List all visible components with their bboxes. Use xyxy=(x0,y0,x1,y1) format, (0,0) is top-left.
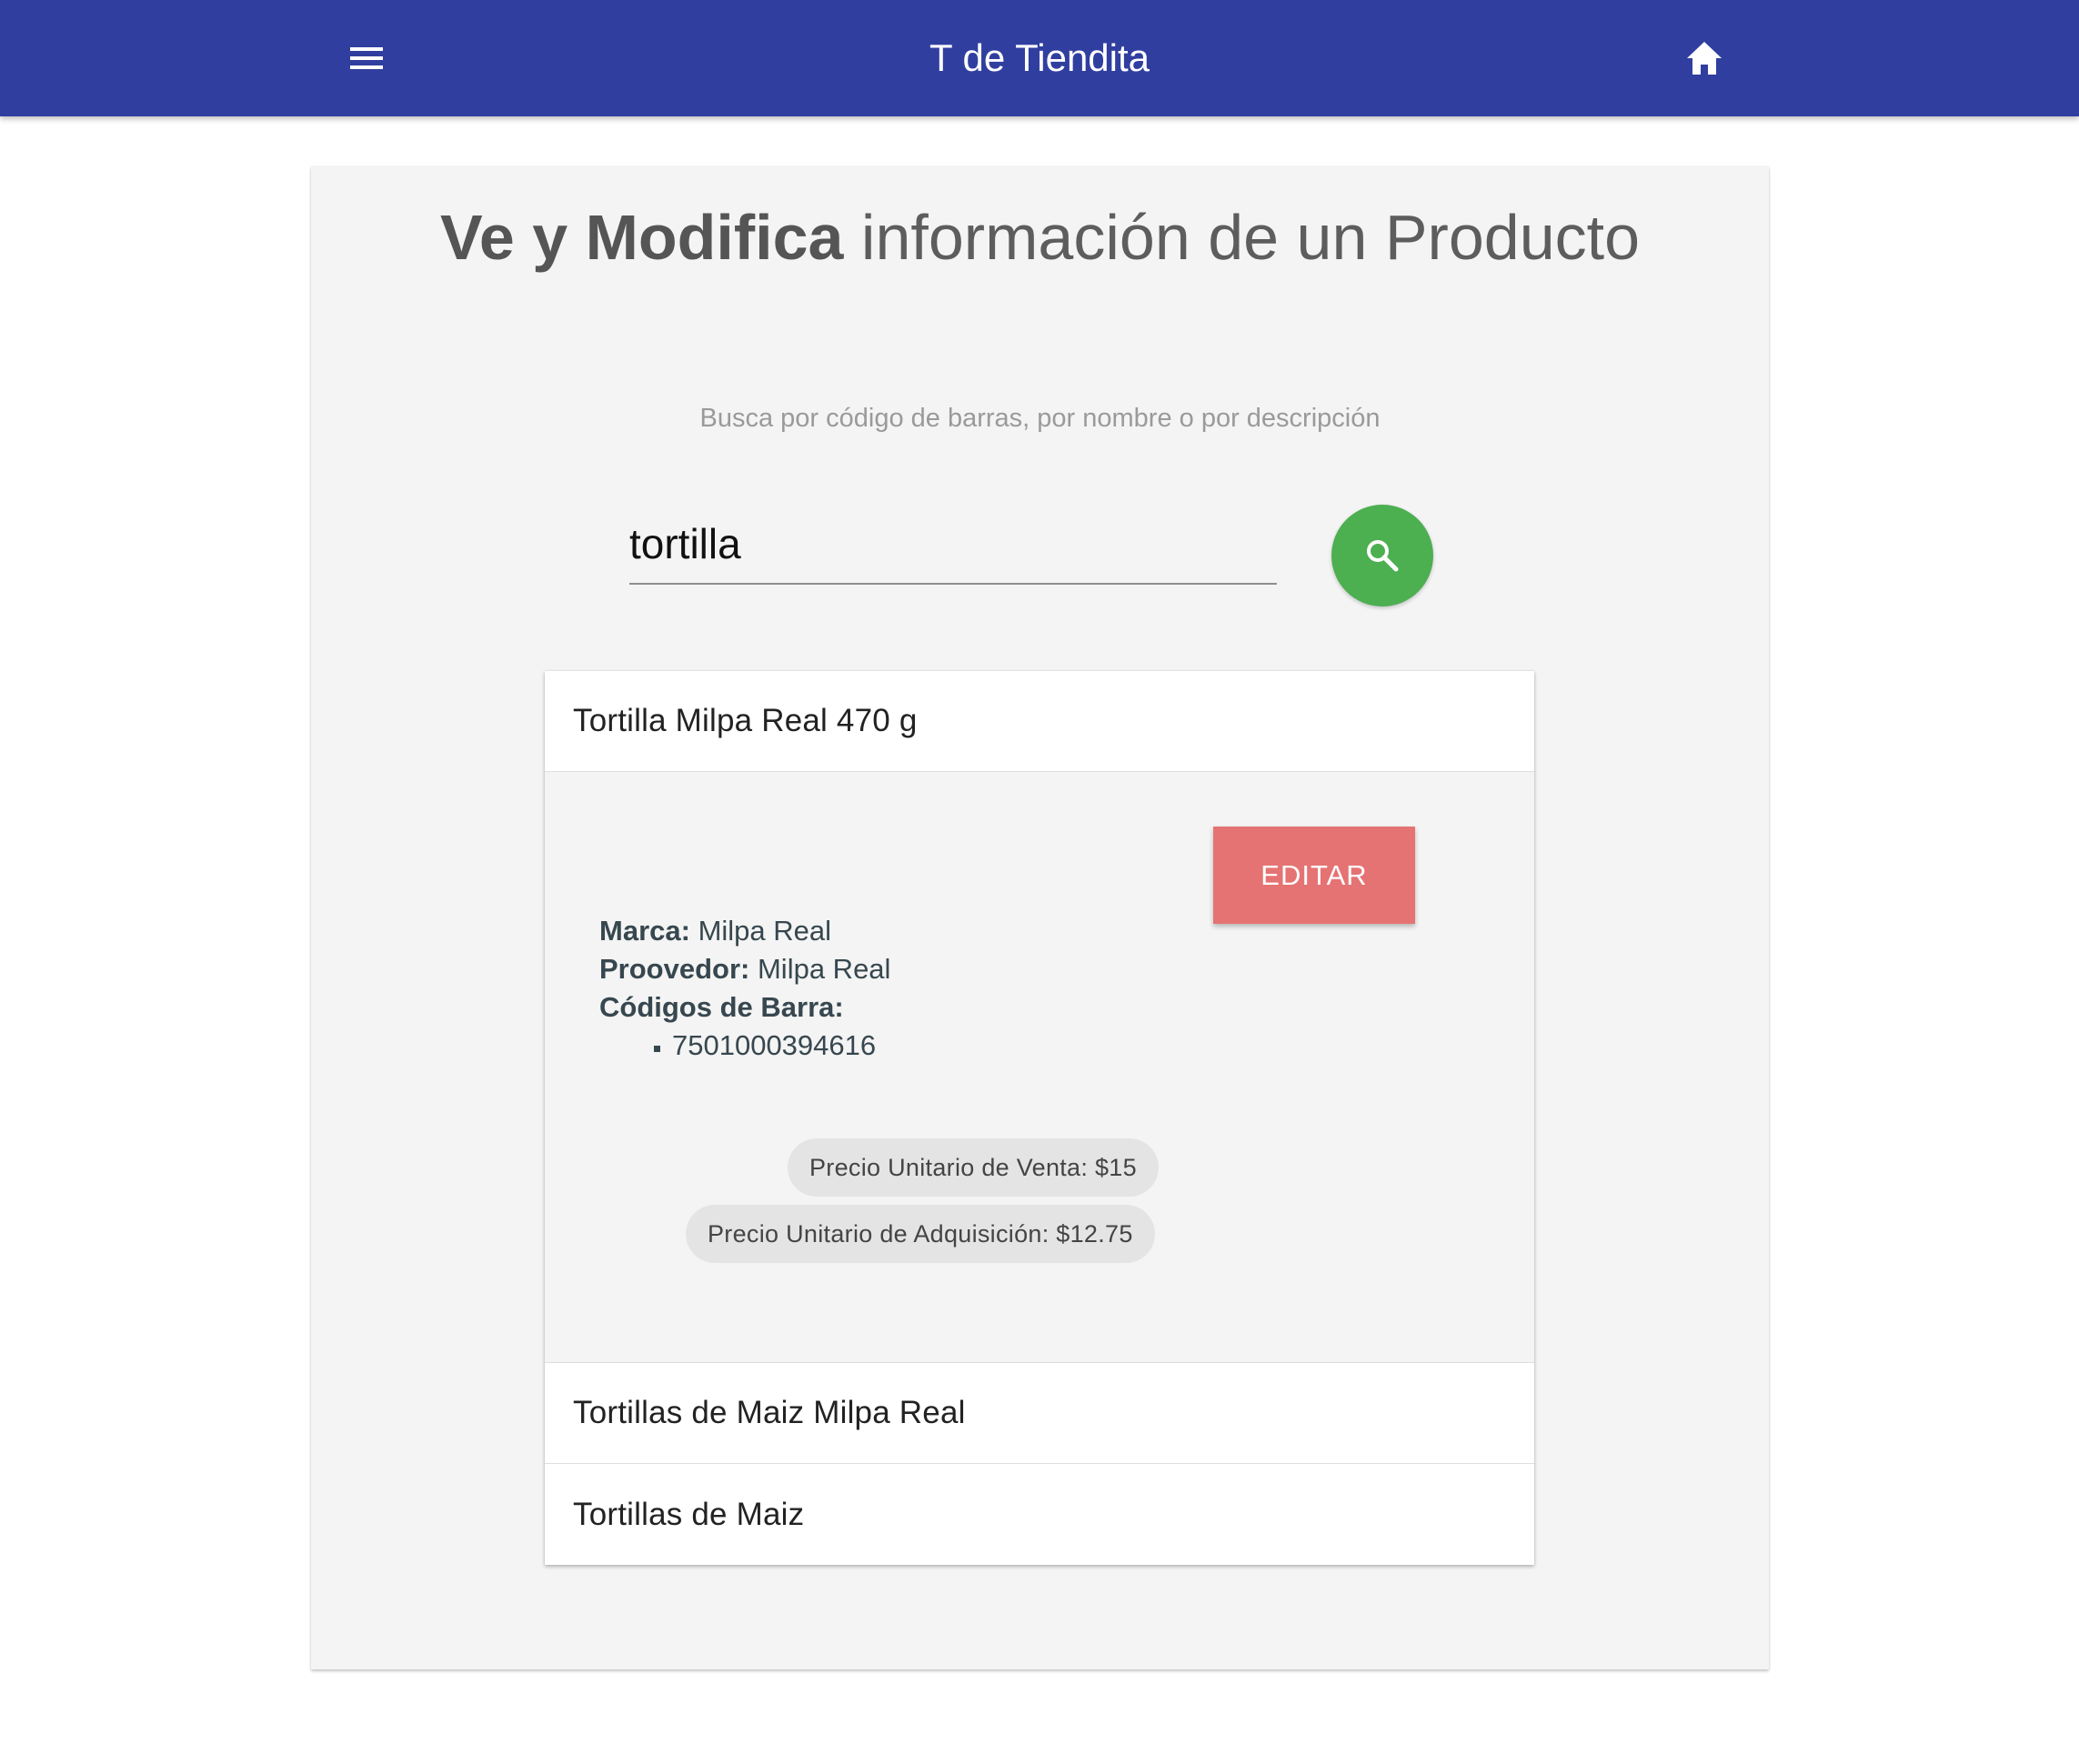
page-title-bold: Ve y Modifica xyxy=(440,202,844,273)
search-field xyxy=(629,503,1277,585)
result-item-header[interactable]: Tortillas de Maiz xyxy=(545,1464,1534,1565)
edit-button[interactable]: EDITAR xyxy=(1213,827,1415,924)
result-item-details: EDITAR Marca: Milpa Real Proovedor: Milp… xyxy=(545,772,1534,1363)
home-icon[interactable] xyxy=(1685,40,1723,76)
proveedor-label: Proovedor: xyxy=(599,953,750,985)
marca-label: Marca: xyxy=(599,915,690,947)
results-list: Tortilla Milpa Real 470 g EDITAR Marca: … xyxy=(545,671,1534,1565)
product-details: Marca: Milpa Real Proovedor: Milpa Real … xyxy=(599,912,890,1065)
sale-price-chip: Precio Unitario de Venta: $15 xyxy=(788,1138,1159,1197)
page-title: Ve y Modifica información de un Producto xyxy=(311,205,1769,270)
result-item-header[interactable]: Tortillas de Maiz Milpa Real xyxy=(545,1363,1534,1464)
search-input[interactable] xyxy=(629,512,1277,576)
app-title[interactable]: T de Tiendita xyxy=(929,36,1150,79)
search-hint: Busca por código de barras, por nombre o… xyxy=(699,404,1381,433)
menu-icon[interactable] xyxy=(348,40,385,76)
search-button[interactable] xyxy=(1331,505,1433,606)
search-icon xyxy=(1367,540,1399,572)
page-title-rest: información de un Producto xyxy=(843,202,1640,273)
barcode-list: 7501000394616 xyxy=(599,1027,890,1065)
proveedor-row: Proovedor: Milpa Real xyxy=(599,950,890,988)
marca-value: Milpa Real xyxy=(698,915,832,947)
codigos-label: Códigos de Barra: xyxy=(599,991,844,1023)
product-card: Ve y Modifica información de un Producto… xyxy=(311,166,1769,1669)
app-navbar: T de Tiendita xyxy=(0,0,2079,116)
marca-row: Marca: Milpa Real xyxy=(599,912,890,950)
proveedor-value: Milpa Real xyxy=(757,953,891,985)
acquisition-price-chip: Precio Unitario de Adquisición: $12.75 xyxy=(686,1205,1155,1263)
barcode-item: 7501000394616 xyxy=(672,1027,890,1065)
result-item-header[interactable]: Tortilla Milpa Real 470 g xyxy=(545,671,1534,772)
